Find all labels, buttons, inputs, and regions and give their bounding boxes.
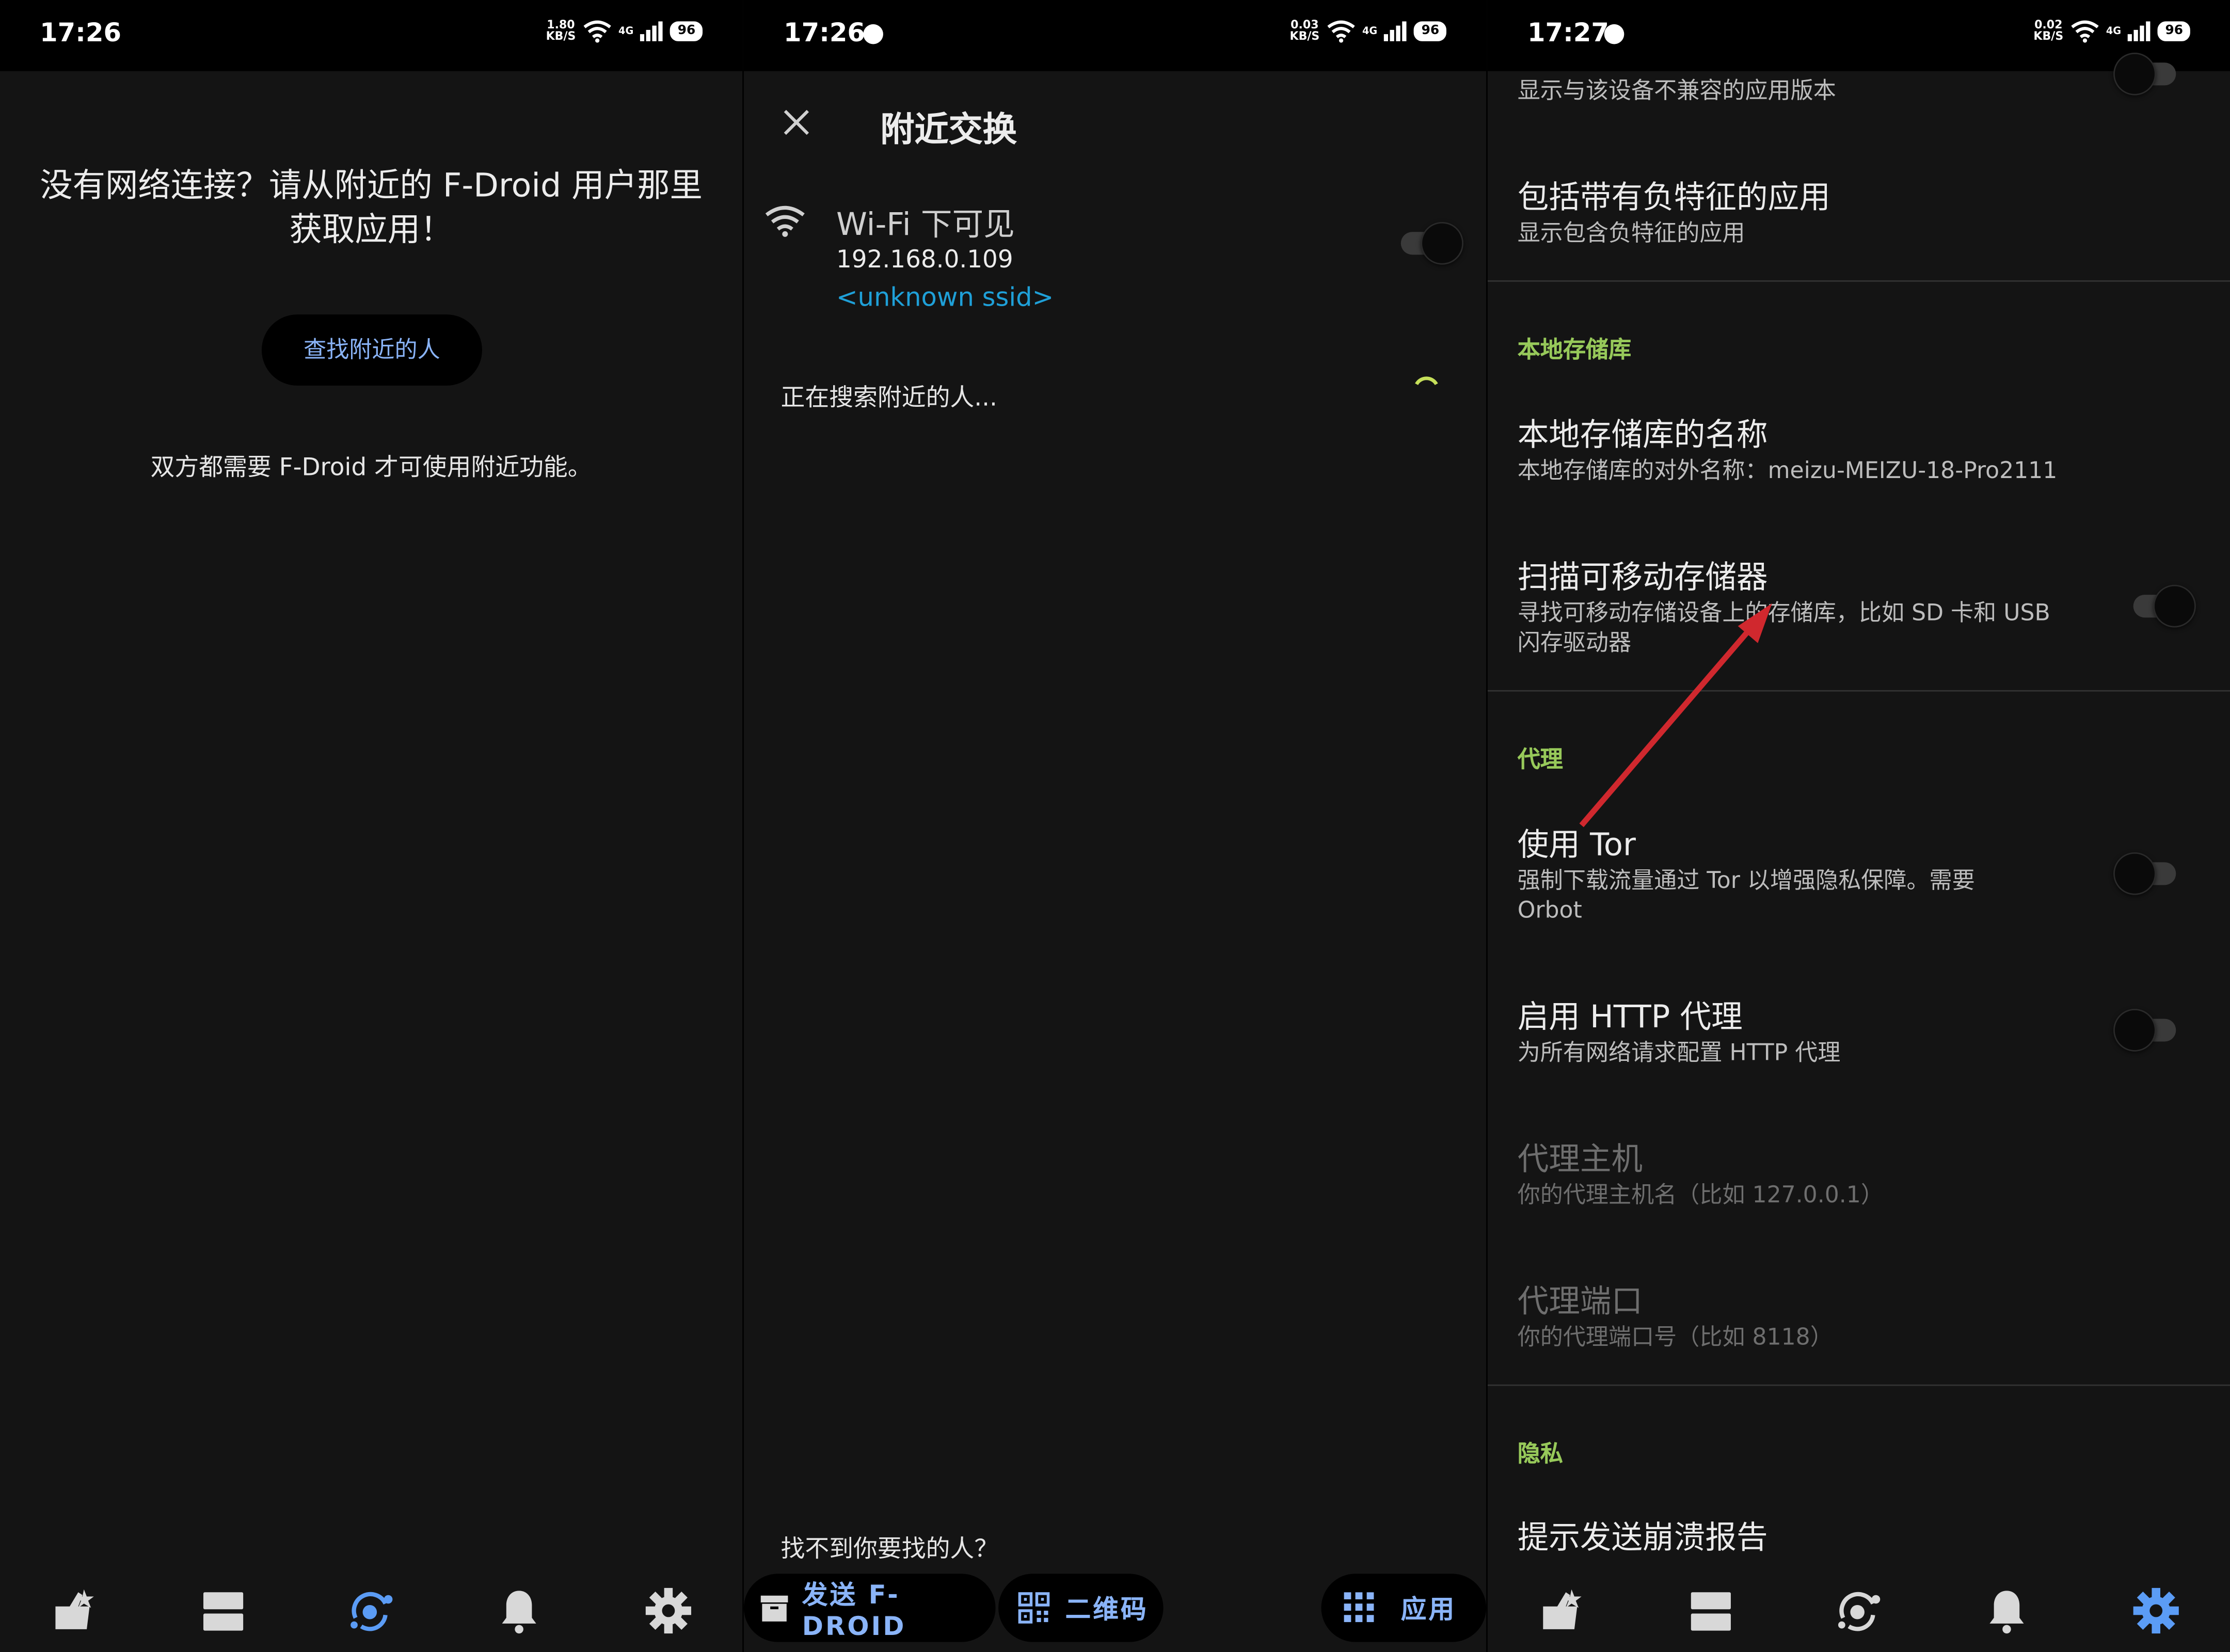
nearby-screen: 17:26 1.80 KB/S 4G 96 没有网络连接？请从附近的 F-Droi…: [0, 0, 743, 1652]
net-speed: 1.80 KB/S: [546, 19, 576, 43]
status-icons: 0.03 KB/S 4G 96: [1289, 19, 1446, 43]
close-icon[interactable]: [781, 107, 813, 138]
apps-button[interactable]: 应用: [1321, 1574, 1487, 1642]
send-fdroid-button[interactable]: 发送 F-DROID: [743, 1574, 996, 1642]
find-nearby-button[interactable]: 查找附近的人: [261, 314, 482, 386]
package-icon: [760, 1595, 788, 1622]
signal-icon: [1384, 21, 1407, 41]
bottom-navigation: 最新 类别 附近 更新 设置: [0, 1552, 742, 1652]
nav-nearby[interactable]: 附近: [297, 1552, 445, 1652]
wifi-status-icon: [1327, 20, 1355, 43]
status-time: 17:26: [784, 18, 865, 49]
apps-label: 应用: [1400, 1595, 1457, 1625]
nearby-icon: [1838, 1592, 1881, 1631]
cant-find-prompt: 找不到你要找的人？: [780, 1535, 999, 1564]
toggle-knob: [1421, 221, 1463, 265]
page-title: 附近交换: [880, 109, 1017, 150]
nav-nearby[interactable]: 附近: [1785, 1552, 1933, 1652]
categories-icon: [1690, 1592, 1730, 1631]
status-icons: 1.80 KB/S 4G 96: [546, 19, 703, 43]
send-label: 发送 F-DROID: [802, 1580, 906, 1642]
nearby-icon: [351, 1592, 393, 1631]
categories-icon: [202, 1592, 243, 1631]
battery-indicator: 96: [1414, 21, 1446, 41]
net-speed-unit: KB/S: [1289, 29, 1320, 43]
nav-categories[interactable]: 类别: [1636, 1552, 1785, 1652]
settings-screen: 17:27 0.02 KB/S 4G 96 显示与该设备不兼容的应用版本 包括带有…: [1487, 0, 2230, 1652]
gear-icon: [645, 1587, 691, 1634]
nav-settings[interactable]: 设置: [594, 1552, 743, 1652]
nav-settings[interactable]: 设置: [2081, 1552, 2230, 1652]
wifi-status-icon: [583, 20, 611, 43]
qr-code-icon: [1018, 1592, 1050, 1624]
notification-dot-icon: [863, 24, 883, 44]
status-time: 17:26: [40, 18, 122, 49]
nav-latest[interactable]: 最新: [1488, 1552, 1636, 1652]
latest-icon: [1543, 1589, 1582, 1629]
nearby-requirement-note: 双方都需要 F-Droid 才可使用附近功能。: [150, 454, 592, 483]
annotation-arrow: [1579, 603, 1772, 828]
wifi-visibility-toggle[interactable]: [1398, 220, 1463, 265]
ip-address: 192.168.0.109: [836, 246, 1013, 275]
bottom-navigation: 最新 类别 附近 更新 设置: [1488, 1552, 2230, 1652]
nav-categories[interactable]: 类别: [149, 1552, 297, 1652]
net-speed-unit: KB/S: [546, 29, 576, 43]
latest-icon: [56, 1589, 94, 1629]
searching-status: 正在搜索附近的人...: [780, 384, 997, 413]
net-speed: 0.03 KB/S: [1289, 19, 1320, 43]
wifi-visibility-title: Wi-Fi 下可见: [836, 208, 1015, 244]
loading-spinner-icon: [1415, 376, 1438, 386]
battery-indicator: 96: [670, 21, 703, 41]
app-grid-icon: [1344, 1592, 1374, 1623]
nav-updates[interactable]: 更新: [445, 1552, 594, 1652]
status-bar: 17:26 0.03 KB/S 4G 96: [743, 0, 1487, 71]
qr-label: 二维码: [1065, 1595, 1149, 1625]
nearby-swap-screen: 17:26 0.03 KB/S 4G 96 附近交换 Wi-Fi 下可见 192.…: [743, 0, 1487, 1652]
ssid-label: <unknown ssid>: [836, 283, 1054, 313]
gear-icon: [2133, 1587, 2179, 1634]
no-network-message: 没有网络连接？请从附近的 F-Droid 用户那里获取应用！: [40, 168, 703, 249]
bell-icon: [502, 1591, 537, 1634]
signal-icon: [641, 21, 663, 41]
bell-icon: [1990, 1591, 2025, 1634]
nav-updates[interactable]: 更新: [1933, 1552, 2082, 1652]
wifi-icon: [765, 205, 805, 237]
signal-label: 4G: [618, 25, 634, 37]
nav-latest[interactable]: 最新: [0, 1552, 149, 1652]
signal-label: 4G: [1362, 25, 1378, 37]
status-bar: 17:26 1.80 KB/S 4G 96: [0, 0, 743, 71]
qr-code-button[interactable]: 二维码: [998, 1574, 1164, 1642]
